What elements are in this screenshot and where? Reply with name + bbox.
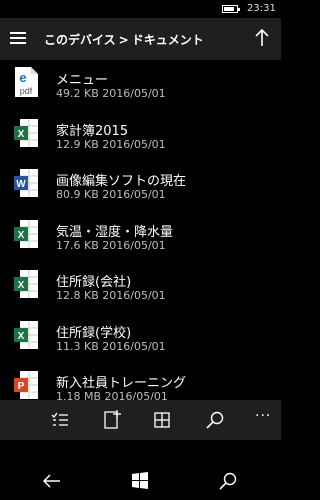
file-list-item[interactable]: X 家計簿2015 12.9 KB 2016/05/01 xyxy=(0,111,281,161)
file-meta: 12.9 KB 2016/05/01 xyxy=(56,138,166,151)
file-meta: 12.8 KB 2016/05/01 xyxy=(56,289,166,302)
search-icon[interactable] xyxy=(203,408,227,432)
excel-file-icon: X xyxy=(13,319,39,351)
file-name: メニュー xyxy=(56,73,109,88)
file-meta: 1.18 MB 2016/05/01 xyxy=(56,390,168,400)
svg-text:X: X xyxy=(18,230,25,241)
file-meta: 17.6 KB 2016/05/01 xyxy=(56,239,166,252)
status-clock: 23:31 xyxy=(247,3,276,14)
file-list-item[interactable]: P 新入社員トレーニング 1.18 MB 2016/05/01 xyxy=(0,363,281,400)
excel-file-icon: X xyxy=(13,117,39,149)
svg-text:W: W xyxy=(16,179,26,190)
new-item-icon[interactable] xyxy=(100,408,124,432)
breadcrumb-documents[interactable]: ドキュメント xyxy=(132,33,204,47)
powerpoint-file-icon: P xyxy=(13,369,39,400)
file-list[interactable]: e pdf メニュー 49.2 KB 2016/05/01 X 家計簿2015 12.9 K… xyxy=(0,60,281,400)
file-list-item[interactable]: X 住所録(学校) 11.3 KB 2016/05/01 xyxy=(0,313,281,363)
svg-text:e: e xyxy=(19,70,26,85)
svg-text:X: X xyxy=(18,280,25,291)
file-name: 新入社員トレーニング xyxy=(56,376,187,391)
select-list-icon[interactable] xyxy=(48,408,72,432)
header-bar: このデバイス > ドキュメント xyxy=(0,18,281,60)
svg-text:P: P xyxy=(18,381,25,392)
grid-view-icon[interactable] xyxy=(150,408,174,432)
battery-icon xyxy=(222,5,240,13)
breadcrumb: このデバイス > ドキュメント xyxy=(44,31,204,48)
pdf-file-icon: e pdf xyxy=(13,66,39,98)
file-name: 住所録(会社) xyxy=(56,275,132,290)
breadcrumb-device[interactable]: このデバイス xyxy=(44,33,116,47)
status-bar: 23:31 xyxy=(0,0,281,18)
app-bar: ... xyxy=(0,400,281,440)
file-meta: 80.9 KB 2016/05/01 xyxy=(56,188,166,201)
file-list-item[interactable]: X 気温・湿度・降水量 17.6 KB 2016/05/01 xyxy=(0,212,281,262)
windows-start-icon[interactable] xyxy=(128,470,152,492)
svg-text:X: X xyxy=(18,129,25,140)
back-icon[interactable] xyxy=(40,470,64,492)
file-list-item[interactable]: W 画像編集ソフトの現在 80.9 KB 2016/05/01 xyxy=(0,161,281,211)
file-name: 気温・湿度・降水量 xyxy=(56,225,174,240)
file-list-item[interactable]: e pdf メニュー 49.2 KB 2016/05/01 xyxy=(0,60,281,110)
hamburger-menu-icon[interactable] xyxy=(10,32,26,44)
file-name: 画像編集ソフトの現在 xyxy=(56,174,187,189)
nav-bar xyxy=(0,460,281,500)
search-icon[interactable] xyxy=(216,470,240,492)
more-options-button[interactable]: ... xyxy=(255,404,271,420)
breadcrumb-separator: > xyxy=(118,33,129,47)
file-name: 住所録(学校) xyxy=(56,326,132,341)
excel-file-icon: X xyxy=(13,218,39,250)
svg-text:X: X xyxy=(18,331,25,342)
file-list-item[interactable]: X 住所録(会社) 12.8 KB 2016/05/01 xyxy=(0,262,281,312)
file-meta: 49.2 KB 2016/05/01 xyxy=(56,87,166,100)
excel-file-icon: X xyxy=(13,268,39,300)
word-file-icon: W xyxy=(13,167,39,199)
up-arrow-icon[interactable] xyxy=(253,28,271,48)
svg-text:pdf: pdf xyxy=(20,86,33,96)
file-meta: 11.3 KB 2016/05/01 xyxy=(56,340,166,353)
file-name: 家計簿2015 xyxy=(56,124,129,139)
